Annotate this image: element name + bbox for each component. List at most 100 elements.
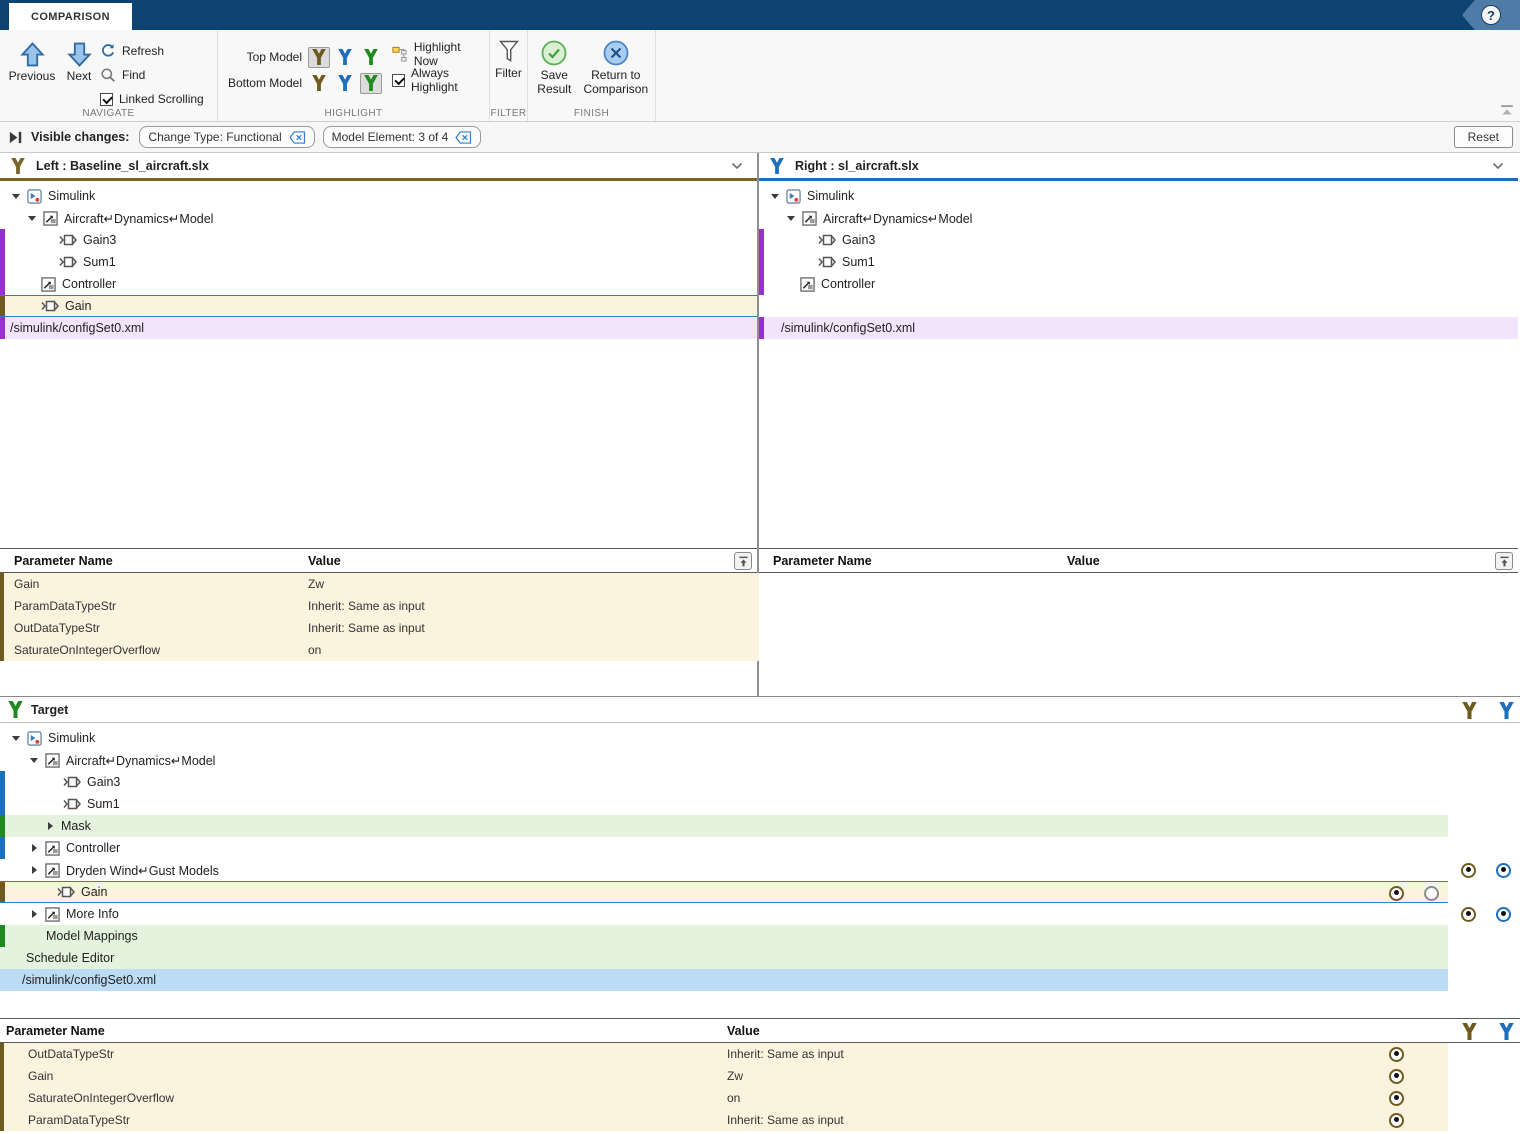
expander-open-icon[interactable] [787, 214, 796, 223]
reset-button[interactable]: Reset [1454, 126, 1513, 148]
choose-right-radio[interactable] [1424, 886, 1439, 901]
config-set-row[interactable]: /simulink/configSet0.xml [0, 317, 757, 339]
previous-button[interactable]: Previous [6, 36, 58, 84]
checkbox-checked-icon[interactable] [392, 74, 405, 87]
expander-closed-icon[interactable] [30, 844, 39, 853]
chevron-down-icon[interactable] [1492, 162, 1504, 170]
collapse-icon [1498, 555, 1511, 568]
target-tree: Simulink Aircraft↵Dynamics↵Model Gain3 S… [0, 723, 1520, 991]
tree-row[interactable]: Aircraft↵Dynamics↵Model [759, 207, 1518, 229]
change-bar [0, 837, 5, 859]
target-param-table: Parameter Name Value OutDataTypeStrInher… [0, 1018, 1520, 1131]
change-bar [0, 229, 5, 251]
param-row[interactable]: OutDataTypeStrInherit: Same as input [0, 617, 759, 639]
tree-row[interactable]: Dryden Wind↵Gust Models [0, 859, 1520, 881]
merge-right-icon [769, 158, 785, 174]
tab-comparison[interactable]: COMPARISON [8, 2, 133, 30]
choose-right-radio[interactable] [1496, 863, 1511, 878]
expander-open-icon[interactable] [12, 734, 21, 743]
find-button[interactable]: Find [100, 65, 204, 85]
expander-closed-icon[interactable] [30, 866, 39, 875]
always-highlight-checkbox[interactable]: Always Highlight [392, 70, 479, 90]
tree-row-merged[interactable]: Mask [0, 815, 1448, 837]
filter-button[interactable]: Filter [495, 36, 522, 81]
checkbox-checked-icon[interactable] [100, 93, 113, 106]
ribbon: Previous Next Refresh Find Linked Scroll… [0, 30, 1520, 122]
config-set-row[interactable]: /simulink/configSet0.xml [0, 969, 1448, 991]
collapse-table-button[interactable] [1495, 552, 1513, 570]
filter-pill-model-element[interactable]: Model Element: 3 of 4 [323, 126, 482, 148]
tree-row-selected[interactable]: Gain [0, 295, 757, 317]
tree-row[interactable]: Simulink [759, 185, 1518, 207]
next-button[interactable]: Next [58, 36, 100, 84]
tree-row[interactable]: Aircraft↵Dynamics↵Model [0, 207, 757, 229]
choose-left-radio[interactable] [1389, 886, 1404, 901]
tree-row[interactable]: Controller [0, 273, 757, 295]
subsystem-icon [43, 211, 58, 226]
expander-open-icon[interactable] [12, 192, 21, 201]
expander-open-icon[interactable] [30, 756, 39, 765]
filter-icon [499, 40, 519, 64]
expander-open-icon[interactable] [28, 214, 37, 223]
return-to-comparison-button[interactable]: Return toComparison [583, 36, 649, 97]
config-set-row[interactable]: /simulink/configSet0.xml [759, 317, 1518, 339]
tree-row[interactable]: More Info [0, 903, 1520, 925]
choose-left-radio[interactable] [1389, 1113, 1404, 1128]
tree-row[interactable]: Sum1 [759, 251, 1518, 273]
top-model-right-button[interactable] [334, 47, 356, 68]
remove-filter-icon[interactable] [289, 131, 306, 144]
choose-left-radio[interactable] [1461, 907, 1476, 922]
top-model-left-button[interactable] [308, 47, 330, 68]
bottom-model-target-button[interactable] [360, 73, 382, 94]
choose-left-radio[interactable] [1389, 1047, 1404, 1062]
tree-row-selected[interactable]: Gain [0, 881, 1448, 903]
param-row[interactable]: SaturateOnIntegerOverflowon [0, 1087, 1448, 1109]
top-model-target-button[interactable] [360, 47, 382, 68]
top-model-label: Top Model [224, 50, 302, 64]
merge-target-icon [7, 701, 24, 718]
remove-filter-icon[interactable] [455, 131, 472, 144]
tree-row[interactable]: Gain3 [0, 771, 1520, 793]
tree-row[interactable]: Gain3 [759, 229, 1518, 251]
tree-row[interactable]: Gain3 [0, 229, 757, 251]
expander-closed-icon[interactable] [30, 910, 39, 919]
tree-row[interactable]: Sum1 [0, 251, 757, 273]
tree-row-merged[interactable]: Model Mappings [0, 925, 1448, 947]
tree-row[interactable]: Simulink [0, 727, 1520, 749]
param-row[interactable]: GainZw [0, 573, 759, 595]
tree-row[interactable]: Controller [759, 273, 1518, 295]
chevron-down-icon[interactable] [731, 162, 743, 170]
refresh-button[interactable]: Refresh [100, 41, 204, 61]
help-button[interactable]: ? [1481, 5, 1501, 25]
block-icon [59, 233, 77, 247]
tree-row[interactable]: Controller [0, 837, 1520, 859]
skip-end-icon[interactable] [8, 130, 23, 145]
highlight-now-button[interactable]: Highlight Now [392, 44, 479, 64]
change-bar [0, 639, 4, 661]
filter-pill-change-type[interactable]: Change Type: Functional [139, 126, 314, 148]
block-icon [41, 299, 59, 313]
bottom-model-right-button[interactable] [334, 73, 356, 94]
param-row[interactable]: ParamDataTypeStrInherit: Same as input [0, 595, 759, 617]
change-bar [759, 317, 764, 339]
choose-left-radio[interactable] [1389, 1091, 1404, 1106]
expander-closed-icon[interactable] [46, 822, 55, 831]
tree-row[interactable]: Simulink [0, 185, 757, 207]
param-row[interactable]: ParamDataTypeStrInherit: Same as input [0, 1109, 1448, 1131]
collapse-table-button[interactable] [734, 552, 752, 570]
bottom-model-left-button[interactable] [308, 73, 330, 94]
tree-row[interactable]: Sum1 [0, 793, 1520, 815]
expander-open-icon[interactable] [771, 192, 780, 201]
param-row[interactable]: SaturateOnIntegerOverflowon [0, 639, 759, 661]
param-row[interactable]: OutDataTypeStrInherit: Same as input [0, 1043, 1448, 1065]
param-row[interactable]: GainZw [0, 1065, 1448, 1087]
tree-row[interactable]: Aircraft↵Dynamics↵Model [0, 749, 1520, 771]
choose-right-radio[interactable] [1496, 907, 1511, 922]
choose-left-radio[interactable] [1461, 863, 1476, 878]
ribbon-collapse-icon[interactable] [1498, 104, 1516, 118]
target-header: Target [0, 696, 1520, 723]
save-result-button[interactable]: SaveResult [534, 36, 575, 97]
tree-row-merged[interactable]: Schedule Editor [0, 947, 1448, 969]
choose-left-radio[interactable] [1389, 1069, 1404, 1084]
linked-scrolling-checkbox[interactable]: Linked Scrolling [100, 89, 204, 109]
